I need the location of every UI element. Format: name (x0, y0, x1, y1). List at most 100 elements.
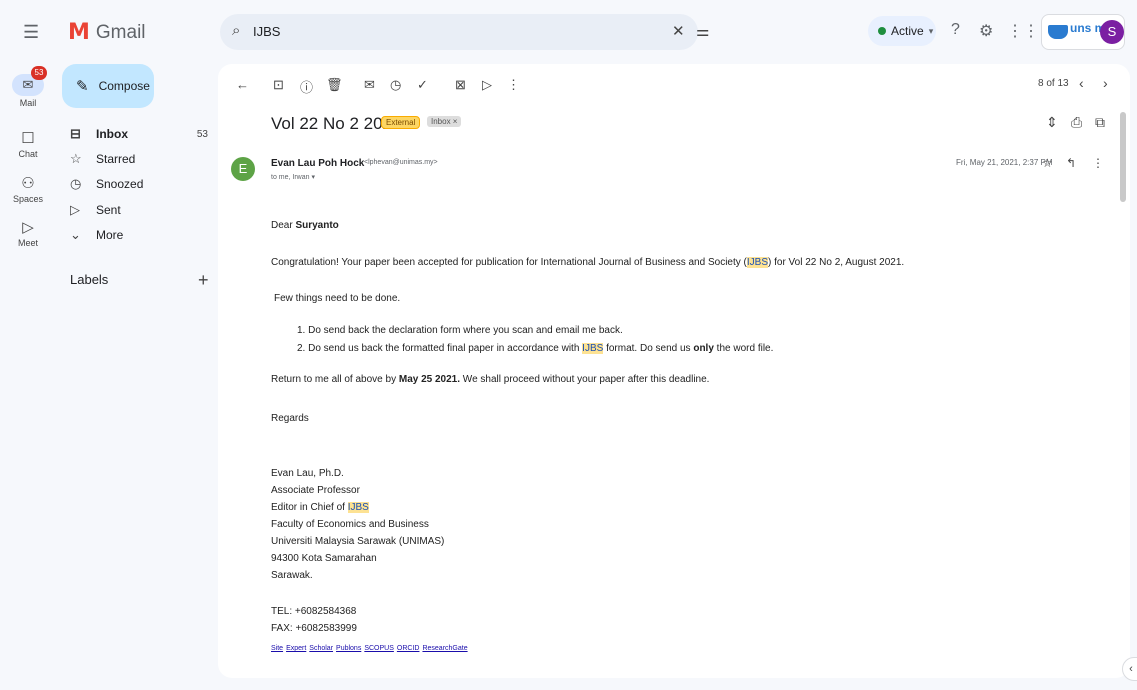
sidebar-item-label: More (96, 228, 124, 242)
chevron-down-icon: ⌄ (70, 227, 81, 242)
scrollbar-thumb[interactable] (1120, 112, 1126, 202)
body-text: ) for Vol 22 No 2, August 2021. (768, 257, 905, 268)
expand-all-icon[interactable]: ⇕ (1046, 114, 1058, 131)
rail-meet-label: Meet (17, 238, 38, 248)
list-text: Do send back the declaration form where … (308, 325, 623, 336)
greeting: Dear Suryanto (271, 220, 339, 231)
archive-icon[interactable]: ⊡ (273, 77, 284, 93)
signature-name: Evan Lau, Ph.D. (271, 468, 344, 479)
search-icon[interactable]: ⌕ (232, 22, 240, 39)
open-new-window-icon[interactable]: ⧉ (1095, 114, 1105, 131)
avatar[interactable]: S (1100, 20, 1124, 44)
sender-avatar[interactable]: E (231, 157, 255, 181)
signature-fax: FAX: +6082583999 (271, 623, 357, 634)
search-bar[interactable]: ⌕ IJBS ✕ ⚌ (220, 14, 709, 50)
delete-icon[interactable]: 🗑 (326, 77, 343, 93)
search-input[interactable]: IJBS (253, 24, 280, 39)
highlight-ijbs: IJBS (746, 257, 768, 268)
sidebar-item-label: Snoozed (96, 177, 144, 191)
inbox-icon: ⊟ (70, 126, 81, 141)
sidebar-item-more[interactable]: ⌄ More (62, 222, 222, 248)
label-icon[interactable]: ▷ (482, 77, 492, 93)
snooze-icon[interactable]: ◷ (390, 77, 401, 93)
status-label: Active (891, 24, 924, 38)
body-text: Congratulation! Your paper been accepted… (271, 257, 747, 268)
sidebar-item-sent[interactable]: ▷ Sent (62, 197, 222, 223)
newer-chevron-left-icon[interactable]: ‹ (1079, 75, 1084, 91)
top-bar: ☰ M Gmail ⌕ IJBS ✕ ⚌ Active ▾ ? ⚙ ⋮⋮ uns… (0, 0, 1137, 64)
list-text: Do send us back the formatted final pape… (308, 343, 583, 354)
search-options-icon[interactable]: ⚌ (696, 22, 709, 40)
pencil-icon: ✎ (76, 78, 89, 95)
gear-icon[interactable]: ⚙ (979, 21, 993, 41)
signature-links: Site Expert Scholar Publons SCOPUS ORCID Resea… (271, 642, 471, 653)
body-paragraph-2: Few things need to be done. (274, 293, 401, 304)
rail-mail[interactable]: ✉ 53 Mail (0, 66, 56, 108)
greeting-prefix: Dear (271, 220, 296, 231)
side-panel-chevron-left-icon[interactable]: ‹ (1122, 657, 1137, 681)
sidebar-item-label: Inbox (96, 127, 128, 141)
move-to-icon[interactable]: ⊠ (455, 77, 466, 93)
link-scholar[interactable]: Scholar (309, 645, 333, 652)
sidebar-item-label: Starred (96, 152, 136, 166)
link-orcid[interactable]: ORCID (397, 645, 420, 652)
signature-city: 94300 Kota Samarahan (271, 553, 377, 564)
message-panel: ← ⊡ ⓘ 🗑 ✉ ◷ ✓ ⊠ ▷ ⋮ 8 of 13 ‹ › Vol 22 N… (218, 64, 1130, 678)
gmail-m-icon: M (68, 20, 90, 45)
account-switcher[interactable]: uns mail S (1041, 14, 1125, 50)
link-researchgate[interactable]: ResearchGate (422, 645, 467, 652)
signature-title: Associate Professor (271, 485, 360, 496)
back-arrow-icon[interactable]: ← (236, 77, 249, 92)
inbox-count: 53 (196, 128, 208, 140)
mail-icon: ✉ 53 (12, 66, 47, 96)
greeting-name: Suryanto (295, 220, 339, 231)
more-options-icon[interactable]: ⋮ (507, 77, 520, 93)
list-item-2: 2. Do send us back the formatted final p… (297, 343, 773, 354)
rail-chat-label: Chat (18, 149, 38, 159)
gmail-logo[interactable]: M Gmail (68, 20, 146, 45)
link-site[interactable]: Site (271, 645, 283, 652)
signature-editor: Editor in Chief of IJBS (271, 502, 369, 513)
apps-grid-icon[interactable]: ⋮⋮ (1007, 21, 1039, 41)
sidebar-item-snoozed[interactable]: ◷ Snoozed (62, 171, 222, 197)
link-expert[interactable]: Expert (286, 645, 306, 652)
sidebar-item-inbox[interactable]: ⊟ Inbox 53 (62, 121, 222, 147)
clear-search-icon[interactable]: ✕ (672, 22, 685, 40)
sidebar-item-starred[interactable]: ☆ Starred (62, 146, 222, 172)
list-number: 1. (297, 325, 306, 336)
body-paragraph-3: Return to me all of above by May 25 2021… (271, 374, 709, 385)
signature-state: Sarawak. (271, 570, 313, 581)
add-task-icon[interactable]: ✓ (417, 77, 428, 93)
more-options-icon[interactable]: ⋮ (1092, 156, 1104, 170)
star-icon: ☆ (70, 151, 82, 166)
body-text: We shall proceed without your paper afte… (460, 374, 710, 385)
compose-button[interactable]: ✎ Compose (62, 64, 154, 108)
status-chip[interactable]: Active ▾ (868, 16, 936, 46)
rail-spaces[interactable]: ⚇ Spaces (0, 174, 56, 204)
reply-icon[interactable]: ↰ (1066, 156, 1076, 170)
list-item-1: 1. Do send back the declaration form whe… (297, 325, 623, 336)
link-scopus[interactable]: SCOPUS (364, 645, 394, 652)
unread-badge: 53 (31, 66, 47, 80)
body-text: Return to me all of above by (271, 374, 399, 385)
help-icon[interactable]: ? (951, 21, 960, 39)
app-rail: ✉ 53 Mail ☐ Chat ⚇ Spaces ▷ Meet (0, 64, 56, 690)
regards: Regards (271, 413, 309, 424)
print-icon[interactable]: ⎙ (1071, 114, 1082, 131)
sender-name[interactable]: Evan Lau Poh Hock (271, 158, 364, 169)
recipients-toggle[interactable]: to me, Irwan ▾ (271, 173, 315, 181)
older-chevron-right-icon[interactable]: › (1103, 75, 1108, 91)
star-icon[interactable]: ☆ (1042, 156, 1053, 170)
uns-mail-logo-icon (1048, 25, 1068, 39)
report-spam-icon[interactable]: ⓘ (300, 77, 313, 96)
labels-heading: Labels (70, 272, 109, 287)
chevron-down-icon: ▾ (928, 25, 934, 36)
list-text-bold: only (693, 343, 714, 354)
inbox-label-chip[interactable]: Inbox × (427, 116, 462, 127)
rail-chat[interactable]: ☐ Chat (0, 129, 56, 159)
mark-unread-icon[interactable]: ✉ (364, 77, 375, 93)
add-label-icon[interactable]: + (198, 270, 209, 291)
main-menu-icon[interactable]: ☰ (23, 22, 39, 43)
link-publons[interactable]: Publons (336, 645, 361, 652)
rail-meet[interactable]: ▷ Meet (0, 218, 56, 248)
